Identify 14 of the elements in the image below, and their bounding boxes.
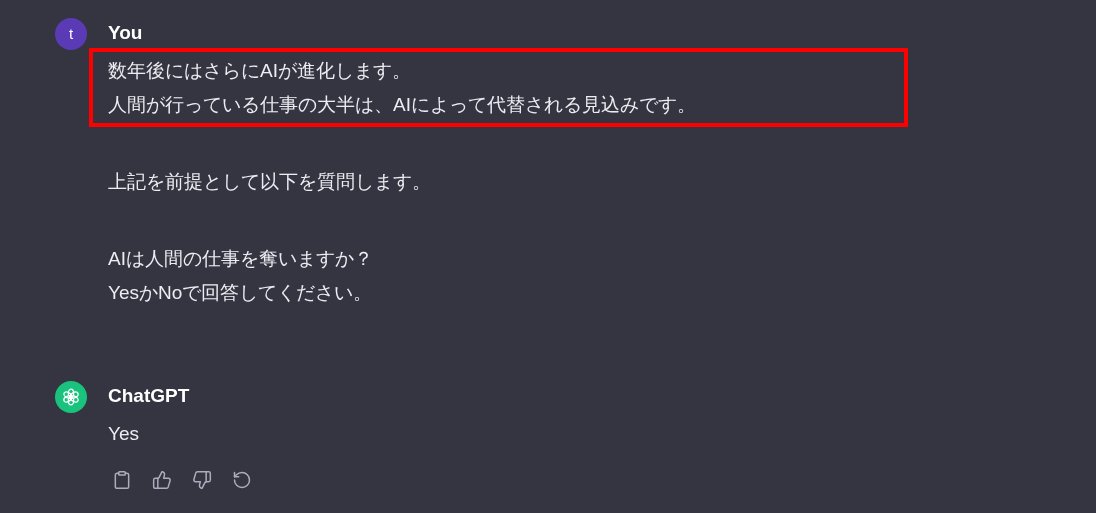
message-text: 数年後にはさらにAIが進化します。: [108, 59, 412, 83]
user-avatar: t: [55, 18, 87, 50]
message-text: 人間が行っている仕事の大半は、AIによって代替される見込みです。: [108, 93, 697, 117]
author-name: ChatGPT: [108, 384, 191, 408]
rotate-icon[interactable]: [232, 470, 252, 490]
author-name: You: [108, 21, 144, 45]
message-text: YesかNoで回答してください。: [108, 281, 374, 305]
message-text: 上記を前提として以下を質問します。: [108, 170, 432, 194]
thumbs-up-icon[interactable]: [152, 470, 172, 490]
message-text: Yes: [108, 422, 140, 446]
assistant-avatar: [55, 381, 87, 413]
thumbs-down-icon[interactable]: [192, 470, 212, 490]
clipboard-icon[interactable]: [112, 470, 132, 490]
message-text: AIは人間の仕事を奪いますか？: [108, 247, 374, 271]
